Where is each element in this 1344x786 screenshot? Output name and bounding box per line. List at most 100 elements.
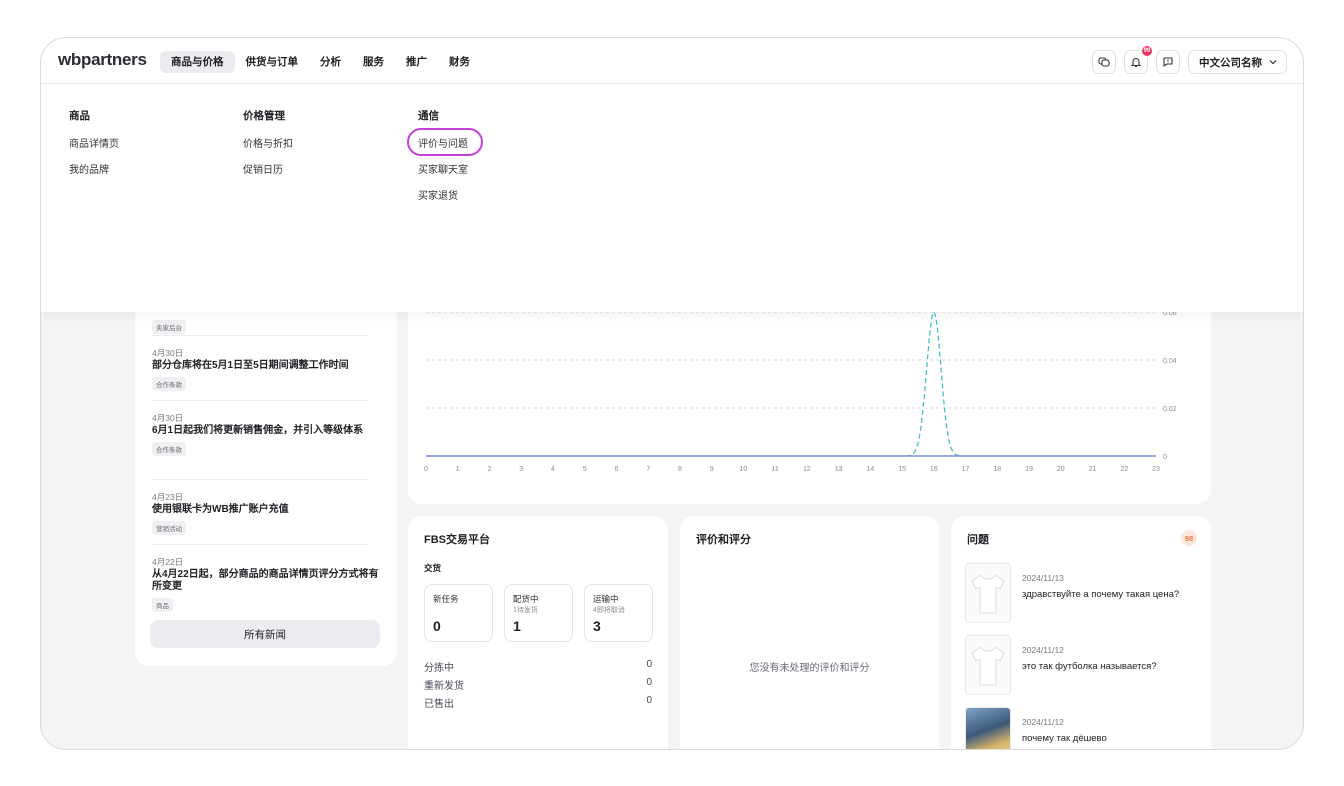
x-tick-label: 11 <box>771 466 778 473</box>
nav-analytics[interactable]: 分析 <box>309 51 352 73</box>
news-date: 4月30日 <box>152 348 184 358</box>
news-tag: 商品 <box>152 598 173 612</box>
news-title: 部分仓库将在5月1日至5日期间调整工作时间 <box>152 360 349 371</box>
x-tick-label: 6 <box>614 466 618 473</box>
logo[interactable]: wbpartners <box>58 50 147 70</box>
news-tag: 合作条款 <box>152 442 186 456</box>
header-tools: 99 中文公司名称 <box>1092 45 1287 74</box>
company-name: 中文公司名称 <box>1199 56 1262 69</box>
x-tick-label: 7 <box>646 466 650 473</box>
fbs-card: FBS交易平台 交货 新任务 0 配货中 1待发货 1 运输中 4即将取消 3 … <box>408 516 668 749</box>
row-value: 0 <box>646 695 652 706</box>
x-tick-label: 2 <box>488 466 492 473</box>
stat-new-tasks[interactable]: 新任务 0 <box>424 584 493 642</box>
x-tick-label: 4 <box>551 466 555 473</box>
nav-supply-orders[interactable]: 供货与订单 <box>235 51 310 73</box>
message-alert-icon <box>1163 57 1173 67</box>
bell-icon <box>1130 58 1142 68</box>
menu-column-title: 通信 <box>418 110 439 122</box>
news-separator <box>152 400 368 401</box>
x-tick-label: 20 <box>1057 466 1065 473</box>
nav-products-prices[interactable]: 商品与价格 <box>160 51 235 73</box>
news-top-tag: 卖家后台 <box>152 315 186 335</box>
menu-link-buyer-returns[interactable]: 买家退货 <box>418 187 468 202</box>
fbs-row-reship[interactable]: 重新发货 0 <box>424 677 652 692</box>
row-label: 已售出 <box>424 699 454 710</box>
stat-in-transit[interactable]: 运输中 4即将取消 3 <box>584 584 653 642</box>
x-tick-label: 9 <box>710 466 714 473</box>
product-thumbnail <box>965 635 1011 695</box>
fbs-row-sorting[interactable]: 分拣中 0 <box>424 659 652 674</box>
app-window: wbpartners 商品与价格 供货与订单 分析 服务 推广 财务 99 中文… <box>40 37 1304 750</box>
company-selector[interactable]: 中文公司名称 <box>1188 50 1287 74</box>
x-tick-label: 21 <box>1089 466 1097 473</box>
menu-link-product-details[interactable]: 商品详情页 <box>69 135 119 150</box>
notification-badge: 99 <box>1141 45 1153 57</box>
x-tick-label: 8 <box>678 466 682 473</box>
stat-label: 配货中 <box>513 594 539 604</box>
questions-card: 问题 98 2024/11/13 здравствуйте а почему т… <box>951 516 1211 749</box>
products-prices-menu: 商品 商品详情页 我的品牌 价格管理 价格与折扣 促销日历 通信 评价与问题 买… <box>41 84 1303 312</box>
nav-services[interactable]: 服务 <box>352 51 395 73</box>
menu-link-my-brands[interactable]: 我的品牌 <box>69 161 119 176</box>
news-title: 从4月22日起，部分商品的商品详情页评分方式将有所变更 <box>152 569 379 592</box>
reviews-card: 评价和评分 您没有未处理的评价和评分 <box>680 516 939 749</box>
questions-count-badge: 98 <box>1181 530 1197 546</box>
chat-button[interactable] <box>1092 50 1116 74</box>
chat-icon <box>1098 57 1110 67</box>
question-item[interactable]: 2024/11/12 это так футболка называется? <box>965 635 1195 695</box>
x-tick-label: 1 <box>456 466 460 473</box>
stat-assembling[interactable]: 配货中 1待发货 1 <box>504 584 573 642</box>
news-title: 6月1日起我们将更新销售佣金，并引入等级体系 <box>152 425 364 436</box>
x-tick-label: 14 <box>866 466 874 473</box>
news-separator <box>152 544 368 545</box>
x-tick-label: 17 <box>962 466 970 473</box>
x-tick-label: 23 <box>1152 466 1160 473</box>
notifications-button[interactable]: 99 <box>1124 45 1153 74</box>
news-date: 4月30日 <box>152 413 184 423</box>
y-tick-label: 0.02 <box>1163 406 1177 413</box>
question-item[interactable]: 2024/11/12 почему так дёшево <box>965 707 1195 749</box>
news-separator <box>152 335 368 336</box>
menu-link-promo-calendar[interactable]: 促销日历 <box>243 161 293 176</box>
news-date: 4月22日 <box>152 557 184 567</box>
nav-promotion[interactable]: 推广 <box>395 51 438 73</box>
nav-finance[interactable]: 财务 <box>438 51 481 73</box>
question-item[interactable]: 2024/11/13 здравствуйте а почему такая ц… <box>965 563 1195 623</box>
x-tick-label: 12 <box>803 466 811 473</box>
x-tick-label: 3 <box>519 466 523 473</box>
question-text: это так футболка называется? <box>1022 661 1157 672</box>
news-item[interactable]: 4月30日 部分仓库将在5月1日至5日期间调整工作时间 合作条款 <box>152 347 383 392</box>
highlight-circle <box>407 128 483 156</box>
x-tick-label: 5 <box>583 466 587 473</box>
stat-label: 运输中 <box>593 594 619 604</box>
news-item[interactable]: 4月30日 6月1日起我们将更新销售佣金，并引入等级体系 合作条款 <box>152 412 383 457</box>
row-label: 重新发货 <box>424 681 464 692</box>
x-tick-label: 16 <box>930 466 938 473</box>
row-value: 0 <box>646 677 652 688</box>
all-news-button[interactable]: 所有新闻 <box>150 620 380 648</box>
question-date: 2024/11/13 <box>1022 573 1064 583</box>
stat-value: 3 <box>593 618 601 634</box>
news-item[interactable]: 4月23日 使用银联卡为WB推广账户充值 营销活动 <box>152 491 383 536</box>
menu-link-prices-discounts[interactable]: 价格与折扣 <box>243 135 293 150</box>
reviews-title: 评价和评分 <box>696 534 751 546</box>
question-date: 2024/11/12 <box>1022 645 1064 655</box>
y-tick-label: 0.04 <box>1163 358 1177 365</box>
x-tick-label: 0 <box>424 466 428 473</box>
fbs-row-sold[interactable]: 已售出 0 <box>424 695 652 710</box>
product-thumbnail <box>965 563 1011 623</box>
tshirt-icon <box>971 574 1005 614</box>
x-tick-label: 22 <box>1120 466 1128 473</box>
questions-title: 问题 <box>967 534 989 546</box>
menu-column-price-management: 价格管理 价格与折扣 促销日历 <box>243 108 293 187</box>
product-thumbnail <box>965 707 1011 749</box>
news-panel: 卖家后台 4月30日 部分仓库将在5月1日至5日期间调整工作时间 合作条款 4月… <box>135 278 397 666</box>
question-date: 2024/11/12 <box>1022 717 1064 727</box>
row-label: 分拣中 <box>424 663 454 674</box>
menu-link-buyer-chat[interactable]: 买家聊天室 <box>418 161 468 176</box>
news-item[interactable]: 4月22日 从4月22日起，部分商品的商品详情页评分方式将有所变更 商品 <box>152 556 383 613</box>
top-bar: wbpartners 商品与价格 供货与订单 分析 服务 推广 财务 99 中文… <box>41 38 1303 84</box>
fbs-title: FBS交易平台 <box>424 534 490 546</box>
feedback-button[interactable] <box>1156 50 1180 74</box>
